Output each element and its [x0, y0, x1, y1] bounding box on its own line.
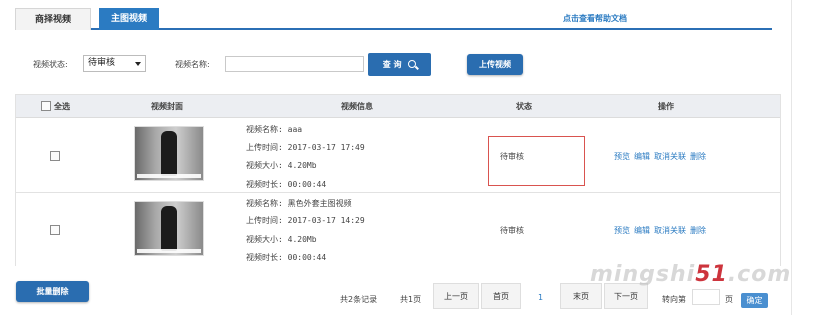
batch-delete-button[interactable]: 批量删除	[16, 281, 89, 302]
status-badge: 待审核	[500, 226, 524, 235]
watermark: mingshi51.com	[590, 262, 791, 287]
delete-link[interactable]: 删除	[690, 226, 706, 235]
query-button-label: 查 询	[382, 60, 402, 69]
table-header: 全选 视频封面 视频信息 状态 操作	[16, 95, 780, 118]
status-select[interactable]: 待审核	[83, 55, 146, 72]
row-checkbox[interactable]	[50, 151, 60, 161]
thumbnail-caption	[137, 174, 201, 178]
current-page[interactable]: 1	[538, 293, 543, 302]
status-filter-label: 视频状态:	[33, 60, 68, 69]
total-pages: 共1页	[400, 295, 422, 304]
row-actions: 预览 编辑 取消关联 删除	[614, 151, 710, 162]
row-actions: 预览 编辑 取消关联 删除	[614, 225, 710, 236]
thumbnail-caption	[137, 249, 201, 253]
confirm-button[interactable]: 确定	[741, 293, 768, 308]
search-icon	[408, 60, 417, 68]
highlight-box	[488, 136, 585, 186]
video-thumbnail[interactable]	[134, 126, 204, 181]
upload-time: 上传时间: 2017-03-17 14:29	[246, 216, 365, 225]
header-cover: 视频封面	[151, 102, 183, 111]
upload-video-button[interactable]: 上传视频	[467, 54, 523, 75]
header-ops: 操作	[658, 102, 674, 111]
tab-bar: 商择视频 主图视频 点击查看帮助文档	[15, 0, 772, 30]
watermark-suffix: .com	[727, 262, 792, 287]
edit-link[interactable]: 编辑	[634, 226, 650, 235]
row-checkbox[interactable]	[50, 225, 60, 235]
header-info: 视频信息	[341, 102, 373, 111]
chevron-down-icon	[135, 62, 141, 66]
query-button[interactable]: 查 询	[368, 53, 431, 76]
video-name-input[interactable]	[225, 56, 364, 72]
goto-page-input[interactable]	[692, 289, 720, 305]
video-duration: 视频时长: 00:00:44	[246, 180, 327, 189]
video-name: 视频名称: aaa	[246, 125, 303, 134]
total-records: 共2条记录	[340, 295, 378, 304]
watermark-text: mingshi	[590, 262, 696, 287]
video-duration: 视频时长: 00:00:44	[246, 253, 327, 262]
unlink-link[interactable]: 取消关联	[654, 226, 686, 235]
delete-link[interactable]: 删除	[690, 152, 706, 161]
upload-time: 上传时间: 2017-03-17 17:49	[246, 143, 365, 152]
tab-main-video[interactable]: 主图视频	[99, 8, 159, 30]
tab-product-video[interactable]: 商择视频	[15, 8, 91, 30]
goto-label: 转向第	[662, 295, 686, 304]
video-name: 视频名称: 黑色外套主图视频	[246, 199, 352, 208]
preview-link[interactable]: 预览	[614, 152, 630, 161]
status-select-value: 待审核	[88, 58, 116, 68]
first-page-button[interactable]: 首页	[481, 283, 521, 309]
help-doc-link[interactable]: 点击查看帮助文档	[563, 13, 627, 24]
thumbnail-figure	[161, 206, 177, 251]
unlink-link[interactable]: 取消关联	[654, 152, 686, 161]
header-status: 状态	[516, 102, 532, 111]
page-unit-label: 页	[725, 295, 733, 304]
name-filter-label: 视频名称:	[175, 60, 210, 69]
table-row: 视频名称: aaa 上传时间: 2017-03-17 17:49 视频大小: 4…	[16, 119, 780, 193]
thumbnail-figure	[161, 131, 177, 176]
video-size: 视频大小: 4.20Mb	[246, 161, 317, 170]
preview-link[interactable]: 预览	[614, 226, 630, 235]
watermark-number: 51	[695, 262, 728, 287]
select-all-checkbox[interactable]	[41, 101, 51, 111]
video-thumbnail[interactable]	[134, 201, 204, 256]
video-table: 全选 视频封面 视频信息 状态 操作 视频名称: aaa 上传时间: 2017-…	[15, 94, 781, 266]
video-size: 视频大小: 4.20Mb	[246, 235, 317, 244]
select-all-label: 全选	[54, 102, 70, 111]
prev-page-button[interactable]: 上一页	[433, 283, 479, 309]
edit-link[interactable]: 编辑	[634, 152, 650, 161]
table-row: 视频名称: 黑色外套主图视频 上传时间: 2017-03-17 14:29 视频…	[16, 194, 780, 266]
